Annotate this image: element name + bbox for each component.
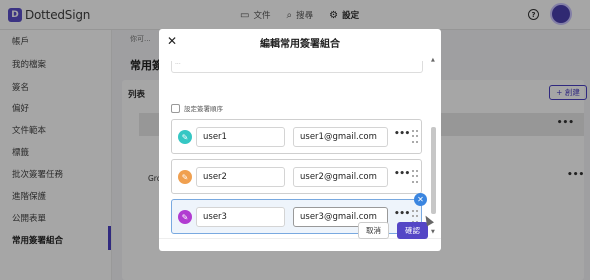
signer-email-input[interactable]: user1@gmail.com — [293, 127, 388, 147]
signing-order-label: 設定簽署順序 — [184, 105, 223, 113]
drag-handle-icon[interactable] — [412, 170, 418, 184]
remove-signer-icon[interactable]: ✕ — [414, 193, 427, 206]
signing-order-option[interactable]: 設定簽署順序 — [171, 103, 223, 113]
scroll-up-icon[interactable]: ▲ — [431, 57, 435, 63]
signer-row: ✎ user1 user1@gmail.com ••• — [171, 119, 422, 154]
edit-group-modal: ✕ 編輯常用簽署組合 ... 設定簽署順序 ✎ user1 user1@gmai… — [159, 29, 441, 251]
close-icon[interactable]: ✕ — [167, 34, 177, 48]
more-icon[interactable]: ••• — [394, 129, 410, 139]
group-name-value: ... — [175, 59, 181, 66]
signer-row: ✎ user2 user2@gmail.com ••• — [171, 159, 422, 194]
modal-title: 編輯常用簽署組合 — [260, 38, 340, 50]
drag-handle-icon[interactable] — [412, 130, 418, 144]
more-icon[interactable]: ••• — [394, 169, 410, 179]
modal-scrollbar[interactable]: ▲ ▼ — [431, 57, 436, 237]
confirm-button[interactable]: 確認 — [397, 222, 428, 239]
signer-name-input[interactable]: user1 — [196, 127, 285, 147]
modal-body: ... 設定簽署順序 ✎ user1 user1@gmail.com ••• ✎… — [159, 57, 441, 237]
more-icon[interactable]: ••• — [394, 209, 410, 219]
scroll-down-icon[interactable]: ▼ — [431, 229, 435, 235]
signer-role-icon: ✎ — [178, 170, 192, 184]
cancel-button[interactable]: 取消 — [358, 222, 389, 239]
group-name-field[interactable]: ... — [171, 59, 423, 73]
signer-role-icon: ✎ — [178, 210, 192, 224]
signer-name-input[interactable]: user2 — [196, 167, 285, 187]
signer-email-input[interactable]: user2@gmail.com — [293, 167, 388, 187]
modal-footer — [159, 238, 441, 251]
signer-role-icon: ✎ — [178, 130, 192, 144]
modal-header: ✕ 編輯常用簽署組合 — [159, 29, 441, 55]
signer-name-input[interactable]: user3 — [196, 207, 285, 227]
signing-order-checkbox[interactable] — [171, 103, 180, 113]
scroll-thumb[interactable] — [431, 127, 436, 214]
